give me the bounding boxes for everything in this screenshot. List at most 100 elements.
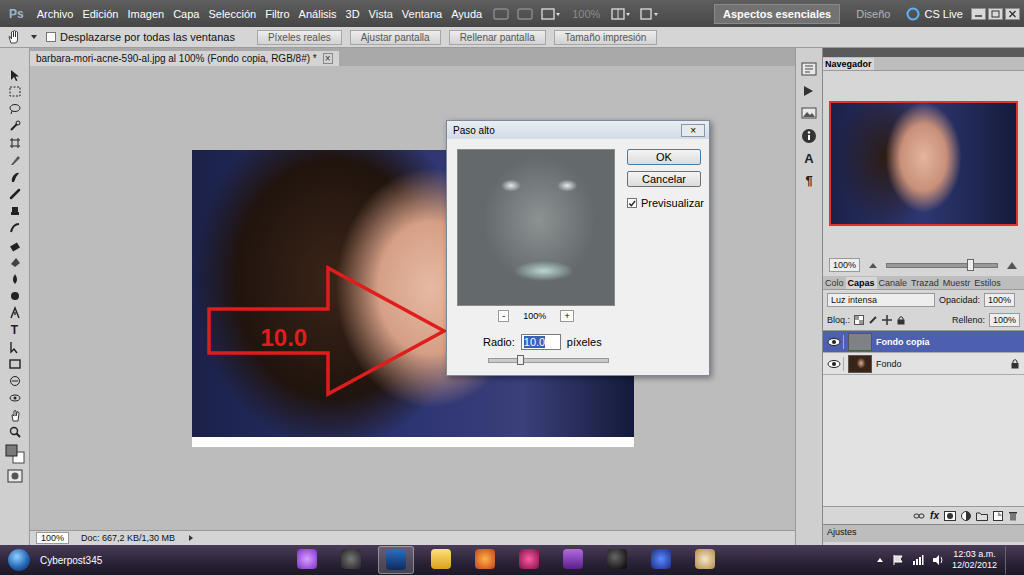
panel-tab[interactable]: Canale xyxy=(877,277,910,289)
panel-tab[interactable]: Trazad xyxy=(909,277,941,289)
menu-item[interactable]: Filtro xyxy=(265,8,289,20)
eye-icon[interactable] xyxy=(827,335,844,349)
option-button[interactable]: Tamaño impresión xyxy=(554,30,658,45)
zoom-out-icon[interactable] xyxy=(868,260,878,270)
zoom-in-button[interactable]: + xyxy=(560,310,573,322)
taskbar-button[interactable] xyxy=(290,546,324,572)
close-tab-button[interactable]: × xyxy=(323,53,333,64)
tool-icon[interactable] xyxy=(8,153,22,167)
checkbox[interactable] xyxy=(627,198,637,208)
layer-row[interactable]: Fondo xyxy=(823,353,1024,375)
menu-item[interactable]: Capa xyxy=(173,8,199,20)
history-icon[interactable] xyxy=(801,62,817,76)
taskbar-button[interactable] xyxy=(644,546,678,572)
group-icon[interactable] xyxy=(976,511,988,521)
blend-mode-dropdown[interactable]: Luz intensa xyxy=(827,293,935,307)
panel-tab[interactable]: Navegador xyxy=(823,58,874,70)
tool-icon[interactable] xyxy=(8,425,22,439)
zoom-in-icon[interactable] xyxy=(1006,260,1018,270)
checkbox[interactable] xyxy=(46,32,56,42)
checkbox-label[interactable]: Previsualizar xyxy=(641,197,704,209)
panel-tab[interactable]: Estilos xyxy=(972,277,1003,289)
flag-icon[interactable] xyxy=(892,554,904,566)
color-swatches-icon[interactable] xyxy=(4,442,26,466)
menu-item[interactable]: Selección xyxy=(208,8,256,20)
restore-icon[interactable] xyxy=(988,8,1003,20)
zoom-level[interactable]: 100% xyxy=(568,8,604,20)
taskbar-button[interactable] xyxy=(468,546,502,572)
tool-icon[interactable] xyxy=(8,289,22,303)
taskbar-button[interactable] xyxy=(556,546,590,572)
tool-icon[interactable] xyxy=(8,391,22,405)
tool-icon[interactable] xyxy=(8,340,22,354)
scroll-all-checkbox[interactable]: Desplazarse por todas las ventanas xyxy=(46,31,235,43)
workspace-button[interactable]: Aspectos esenciales xyxy=(714,4,840,24)
cs-live-label[interactable]: CS Live xyxy=(924,8,963,20)
layer-comps-icon[interactable] xyxy=(801,106,817,120)
dialog-close-button[interactable]: × xyxy=(681,124,705,137)
network-icon[interactable] xyxy=(912,554,924,566)
lock-pixels-icon[interactable] xyxy=(868,315,878,325)
option-button[interactable]: Ajustar pantalla xyxy=(350,30,441,45)
tool-icon[interactable] xyxy=(8,85,22,99)
show-hidden-icon[interactable] xyxy=(876,556,884,564)
text-tool[interactable]: T xyxy=(11,323,18,337)
tool-icon[interactable] xyxy=(8,306,22,320)
taskbar-button[interactable] xyxy=(378,546,414,574)
taskbar-button[interactable] xyxy=(600,546,634,572)
tool-icon[interactable] xyxy=(8,272,22,286)
adjustment-icon[interactable] xyxy=(961,511,971,521)
zoom-field[interactable]: 100% xyxy=(829,258,860,272)
actions-icon[interactable] xyxy=(801,84,817,98)
info-icon[interactable] xyxy=(801,128,817,144)
tool-icon[interactable] xyxy=(8,221,22,235)
trash-icon[interactable] xyxy=(1008,511,1018,521)
menu-item[interactable]: Archivo xyxy=(37,8,74,20)
tool-icon[interactable] xyxy=(8,255,22,269)
tool-icon[interactable] xyxy=(8,238,22,252)
menu-item[interactable]: Imagen xyxy=(127,8,164,20)
taskbar-button[interactable] xyxy=(512,546,546,572)
slider-thumb[interactable] xyxy=(967,259,974,271)
fill-field[interactable]: 100% xyxy=(989,313,1020,327)
zoom-slider[interactable] xyxy=(886,263,998,268)
tool-icon[interactable] xyxy=(8,102,22,116)
panel-tab[interactable]: Ajustes xyxy=(827,527,857,537)
taskbar-button[interactable] xyxy=(688,546,722,572)
taskbar-button[interactable] xyxy=(424,546,458,572)
tool-icon[interactable] xyxy=(8,374,22,388)
document-tab-title[interactable]: barbara-mori-acne-590-al.jpg al 100% (Fo… xyxy=(36,53,317,64)
cancel-button[interactable]: Cancelar xyxy=(627,171,701,187)
mask-icon[interactable] xyxy=(944,511,956,521)
panel-tab[interactable]: Capas xyxy=(846,277,877,289)
tool-icon[interactable] xyxy=(8,357,22,371)
layer-name[interactable]: Fondo xyxy=(876,359,1006,369)
tool-icon[interactable] xyxy=(8,119,22,133)
zoom-out-button[interactable]: - xyxy=(498,310,509,322)
hand-tool-icon[interactable] xyxy=(6,29,22,45)
cs-live[interactable]: CS Live xyxy=(906,7,963,21)
launcher-icon[interactable] xyxy=(516,7,534,21)
minimize-icon[interactable] xyxy=(971,8,986,20)
zoom-field[interactable]: 100% xyxy=(36,532,69,544)
ok-button[interactable]: OK xyxy=(627,149,701,165)
radius-slider[interactable] xyxy=(488,358,609,363)
radius-input[interactable]: 10.0 xyxy=(521,334,561,350)
workspace-button[interactable]: Diseño xyxy=(848,5,898,23)
new-layer-icon[interactable] xyxy=(993,511,1003,521)
close-icon[interactable] xyxy=(1005,8,1020,20)
lock-transparent-icon[interactable] xyxy=(854,315,864,325)
layer-name[interactable]: Fondo copia xyxy=(876,337,1006,347)
menu-item[interactable]: Ayuda xyxy=(451,8,482,20)
volume-icon[interactable] xyxy=(932,554,944,566)
tool-preset-arrow-icon[interactable] xyxy=(30,33,38,41)
panel-tab[interactable]: Muestr xyxy=(941,277,973,289)
tool-icon[interactable] xyxy=(8,187,22,201)
view-extras-icon[interactable] xyxy=(540,7,562,21)
panel-tab[interactable]: Colo xyxy=(823,277,846,289)
menu-item[interactable]: 3D xyxy=(346,8,360,20)
radius-value[interactable]: 10.0 xyxy=(524,336,545,348)
screen-mode-icon[interactable] xyxy=(638,7,660,21)
taskbar-button[interactable] xyxy=(334,546,368,572)
menu-item[interactable]: Análisis xyxy=(299,8,337,20)
